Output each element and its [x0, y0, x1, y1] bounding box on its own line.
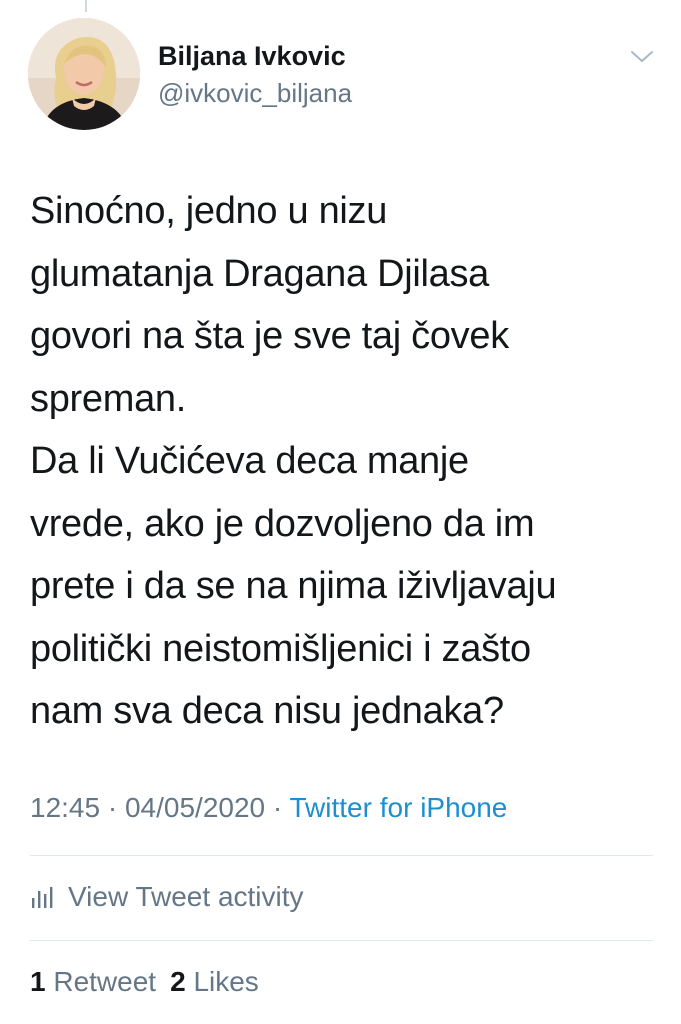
tweet-date: 04/05/2020	[124, 792, 266, 823]
divider	[30, 855, 653, 856]
meta-separator: ·	[100, 792, 125, 823]
chevron-down-icon[interactable]	[627, 46, 657, 66]
likes-link[interactable]: 2 Likes	[170, 966, 259, 997]
view-tweet-activity-button[interactable]: View Tweet activity	[30, 875, 304, 919]
retweet-count: 1	[30, 966, 46, 997]
tweet-text: Sinoćno, jedno u nizu glumatanja Dragana…	[30, 190, 557, 732]
tweet-header: Biljana Ivkovic @ivkovic_biljana	[28, 18, 661, 134]
author-handle[interactable]: @ivkovic_biljana	[158, 76, 352, 110]
author-display-name[interactable]: Biljana Ivkovic	[158, 40, 352, 72]
tweet-source-link[interactable]: Twitter for iPhone	[290, 792, 508, 823]
tweet-metadata: 12:45 · 04/05/2020 · Twitter for iPhone	[30, 788, 507, 828]
tweet-time: 12:45	[30, 792, 101, 823]
bar-chart-icon	[32, 887, 53, 908]
avatar[interactable]	[28, 18, 140, 130]
view-tweet-activity-label: View Tweet activity	[68, 881, 304, 912]
divider	[30, 940, 653, 941]
like-count: 2	[170, 966, 186, 997]
author-names[interactable]: Biljana Ivkovic @ivkovic_biljana	[158, 40, 352, 110]
avatar-image	[28, 18, 140, 130]
engagement-stats: 1 Retweet 2 Likes	[30, 962, 259, 1002]
thread-connector-line	[85, 0, 87, 12]
retweets-link[interactable]: 1 Retweet	[30, 966, 156, 997]
meta-separator: ·	[265, 792, 290, 823]
like-label: Likes	[193, 966, 259, 997]
retweet-label: Retweet	[53, 966, 157, 997]
